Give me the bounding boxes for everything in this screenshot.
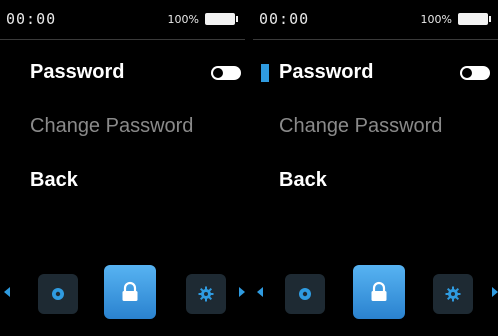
nav-lock-button[interactable]: [353, 265, 405, 319]
selection-cursor: [261, 64, 269, 82]
screen-left: 00:00 100% Password Change Password Back: [0, 0, 245, 336]
password-toggle[interactable]: [211, 66, 241, 80]
nav-settings-button[interactable]: [433, 274, 473, 314]
nav-view-button[interactable]: [38, 274, 78, 314]
clock: 00:00: [6, 10, 57, 28]
gear-icon: [445, 286, 461, 302]
menu-item-password[interactable]: Password: [279, 61, 373, 84]
screen-divider: [245, 0, 253, 336]
menu-item-back[interactable]: Back: [279, 169, 327, 192]
eye-icon: [299, 288, 311, 300]
battery-percentage: 100%: [167, 13, 199, 26]
battery-percentage: 100%: [420, 13, 452, 26]
screen-right: 00:00 100% Password Change Password Back: [253, 0, 498, 336]
nav-left-arrow-icon[interactable]: [4, 287, 10, 297]
password-toggle[interactable]: [460, 66, 490, 80]
lock-icon: [371, 281, 387, 301]
eye-icon: [52, 288, 64, 300]
clock: 00:00: [259, 10, 310, 28]
bottom-nav: [0, 262, 245, 322]
nav-view-button[interactable]: [285, 274, 325, 314]
battery-icon: [205, 13, 238, 25]
nav-left-arrow-icon[interactable]: [257, 287, 263, 297]
menu-item-change-password[interactable]: Change Password: [279, 115, 442, 138]
menu-item-change-password[interactable]: Change Password: [30, 115, 193, 138]
nav-right-arrow-icon[interactable]: [492, 287, 498, 297]
menu-item-password[interactable]: Password: [30, 61, 124, 84]
nav-lock-button[interactable]: [104, 265, 156, 319]
bottom-nav: [253, 262, 498, 322]
gear-icon: [198, 286, 214, 302]
nav-settings-button[interactable]: [186, 274, 226, 314]
menu-item-back[interactable]: Back: [30, 169, 78, 192]
battery-icon: [458, 13, 491, 25]
status-bar: 00:00 100%: [253, 0, 498, 40]
status-bar: 00:00 100%: [0, 0, 245, 40]
lock-icon: [122, 281, 138, 301]
